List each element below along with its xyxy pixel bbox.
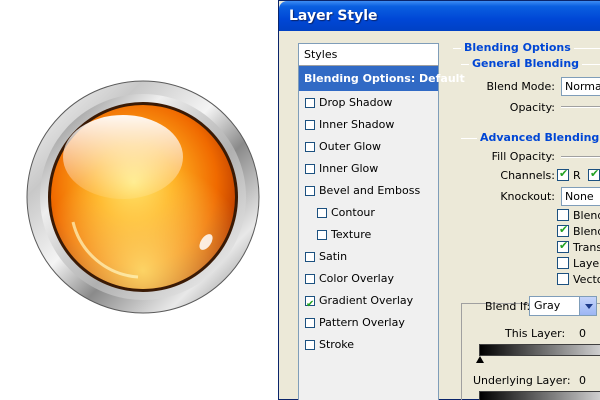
- fill-opacity-label: Fill Opacity:: [491, 150, 555, 163]
- style-label: Texture: [331, 228, 372, 241]
- styles-item[interactable]: Pattern Overlay: [299, 312, 438, 334]
- check-icon: ✔: [590, 167, 600, 180]
- style-checkbox[interactable]: ✔: [305, 296, 315, 310]
- channel-r-checkbox[interactable]: ✔: [557, 167, 569, 181]
- channels-label: Channels:: [500, 169, 555, 182]
- styles-item[interactable]: Outer Glow: [299, 136, 438, 158]
- check-icon: ✔: [559, 239, 569, 252]
- blending-options-title: Blending Options: [461, 41, 574, 54]
- check-icon: ✔: [559, 167, 569, 180]
- style-label: Color Overlay: [319, 272, 394, 285]
- style-checkbox[interactable]: [305, 142, 315, 152]
- blend-if-select[interactable]: Gray: [529, 296, 597, 316]
- title-bar[interactable]: Layer Style: [279, 1, 600, 31]
- advanced-blending-title: Advanced Blending: [477, 131, 600, 144]
- style-checkbox[interactable]: [305, 120, 315, 130]
- dialog-title: Layer Style: [289, 8, 378, 24]
- advanced-option-label: Blend: [573, 209, 600, 222]
- fill-opacity-slider[interactable]: [561, 156, 600, 158]
- orange-button-artwork: [18, 72, 268, 322]
- styles-item-blending-options[interactable]: Blending Options: Default: [299, 66, 465, 91]
- styles-item[interactable]: Inner Shadow: [299, 114, 438, 136]
- this-layer-label: This Layer:: [505, 327, 566, 340]
- channel-r-label: R: [573, 169, 581, 182]
- style-label: Drop Shadow: [319, 96, 393, 109]
- advanced-option-label: Blend: [573, 225, 600, 238]
- styles-item[interactable]: Texture: [299, 224, 438, 246]
- check-icon: ✔: [559, 223, 569, 236]
- style-label: Contour: [331, 206, 375, 219]
- advanced-option-label: Vector: [573, 273, 600, 286]
- styles-item[interactable]: Contour: [299, 202, 438, 224]
- opacity-slider[interactable]: [561, 106, 600, 108]
- orb-graphic: [26, 80, 260, 314]
- style-checkbox[interactable]: [305, 340, 315, 350]
- styles-item[interactable]: Stroke: [299, 334, 438, 356]
- advanced-option-label: Layer: [573, 257, 600, 270]
- style-label: Satin: [319, 250, 348, 263]
- styles-item[interactable]: ✔ Gradient Overlay: [299, 290, 438, 312]
- styles-header[interactable]: Styles: [299, 44, 438, 66]
- style-checkbox[interactable]: [317, 208, 327, 218]
- style-checkbox[interactable]: [305, 164, 315, 174]
- style-label: Stroke: [319, 338, 355, 351]
- blend-if-label: Blend If:: [485, 300, 531, 313]
- dialog-body: Styles Blending Options: Default Drop Sh…: [283, 31, 600, 400]
- general-blending-title: General Blending: [469, 57, 583, 70]
- advanced-option-checkbox[interactable]: ✔: [557, 239, 569, 253]
- blend-if-value: Gray: [534, 299, 561, 312]
- style-label: Gradient Overlay: [319, 294, 414, 307]
- this-layer-gradient: [479, 344, 600, 356]
- layer-style-dialog: Layer Style Styles Blending Options: Def…: [278, 0, 600, 400]
- styles-item[interactable]: Drop Shadow: [299, 92, 438, 114]
- style-checkbox[interactable]: [305, 186, 315, 196]
- styles-item[interactable]: Inner Glow: [299, 158, 438, 180]
- styles-list: Styles Blending Options: Default Drop Sh…: [298, 43, 465, 400]
- underlying-layer-label: Underlying Layer:: [473, 374, 571, 387]
- style-checkbox[interactable]: [305, 98, 315, 108]
- chevron-down-icon[interactable]: [579, 297, 596, 315]
- styles-item[interactable]: Color Overlay: [299, 268, 438, 290]
- advanced-option-label: Transp: [573, 241, 600, 254]
- styles-item[interactable]: Bevel and Emboss: [299, 180, 438, 202]
- style-checkbox[interactable]: [305, 318, 315, 328]
- knockout-label: Knockout:: [500, 190, 555, 203]
- style-label: Bevel and Emboss: [319, 184, 421, 197]
- style-checkbox[interactable]: [305, 252, 315, 262]
- style-label: Inner Glow: [319, 162, 379, 175]
- advanced-option-checkbox[interactable]: ✔: [557, 223, 569, 237]
- this-layer-value: 0: [579, 327, 586, 340]
- underlying-layer-gradient: [479, 391, 600, 400]
- blending-options-panel: Blending Options General Blending Blend …: [443, 31, 600, 400]
- advanced-option-checkbox[interactable]: [557, 257, 569, 269]
- blend-mode-label: Blend Mode:: [486, 80, 556, 93]
- opacity-label: Opacity:: [509, 101, 555, 114]
- style-checkbox[interactable]: [305, 274, 315, 284]
- blend-mode-select[interactable]: Normal: [561, 77, 600, 96]
- channel-g-checkbox[interactable]: ✔: [588, 167, 600, 181]
- style-label: Inner Shadow: [319, 118, 395, 131]
- styles-item[interactable]: Satin: [299, 246, 438, 268]
- advanced-option-checkbox[interactable]: [557, 209, 569, 221]
- advanced-option-checkbox[interactable]: [557, 273, 569, 285]
- this-layer-black-handle[interactable]: [476, 356, 484, 363]
- style-label: Pattern Overlay: [319, 316, 405, 329]
- underlying-layer-value: 0: [579, 374, 586, 387]
- style-checkbox[interactable]: [317, 230, 327, 240]
- knockout-select[interactable]: None: [561, 187, 600, 206]
- style-label: Outer Glow: [319, 140, 382, 153]
